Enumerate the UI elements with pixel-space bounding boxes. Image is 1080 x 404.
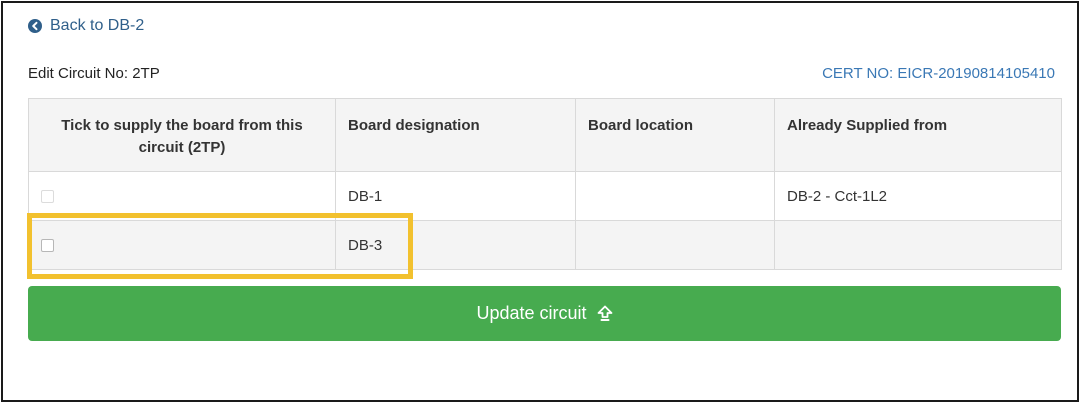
upload-arrow-icon xyxy=(597,305,613,322)
column-header-supplied-from: Already Supplied from xyxy=(774,98,1062,172)
back-to-board-link[interactable]: Back to DB-2 xyxy=(28,15,144,37)
back-link-label: Back to DB-2 xyxy=(50,17,145,34)
column-header-designation: Board designation xyxy=(335,98,576,172)
board-supply-table: Tick to supply the board from this circu… xyxy=(28,98,1062,270)
tick-cell xyxy=(28,220,336,270)
update-circuit-button[interactable]: Update circuit xyxy=(28,286,1061,341)
column-header-tick: Tick to supply the board from this circu… xyxy=(28,98,336,172)
tick-cell xyxy=(28,171,336,221)
supplied-from-cell: DB-2 - Cct-1L2 xyxy=(774,171,1062,221)
update-button-label: Update circuit xyxy=(476,303,587,323)
location-cell xyxy=(575,220,775,270)
location-cell xyxy=(575,171,775,221)
page-frame: Back to DB-2 Edit Circuit No: 2TP CERT N… xyxy=(1,1,1079,402)
table-row: DB-1 DB-2 - Cct-1L2 xyxy=(28,171,1062,221)
column-header-location: Board location xyxy=(575,98,775,172)
circle-arrow-left-icon xyxy=(28,19,42,33)
supplied-from-cell xyxy=(774,220,1062,270)
designation-cell: DB-3 xyxy=(335,220,576,270)
certificate-number: CERT NO: EICR-20190814105410 xyxy=(822,65,1055,82)
edit-circuit-title: Edit Circuit No: 2TP xyxy=(28,65,160,82)
supply-checkbox-disabled xyxy=(41,190,54,204)
designation-cell: DB-1 xyxy=(335,171,576,221)
table-row: DB-3 xyxy=(28,220,1062,270)
table-header-row: Tick to supply the board from this circu… xyxy=(28,98,1062,172)
supply-checkbox[interactable] xyxy=(41,239,54,253)
